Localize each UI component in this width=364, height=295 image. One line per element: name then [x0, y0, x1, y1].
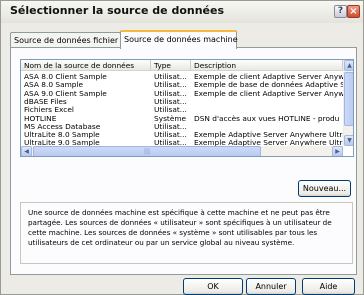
- ok-button[interactable]: OK: [183, 278, 243, 295]
- info-text: Une source de données machine est spécif…: [28, 208, 332, 247]
- scroll-left-icon[interactable]: ◀: [21, 146, 32, 156]
- help-button-label: Aide: [319, 282, 338, 291]
- column-header-name[interactable]: Nom de la source de données: [21, 60, 151, 71]
- new-button-label: Nouveau...: [302, 184, 347, 193]
- scroll-down-icon[interactable]: ▼: [344, 135, 353, 146]
- data-source-list[interactable]: Nom de la source de données Type Descrip…: [20, 59, 354, 157]
- help-icon[interactable]: ?: [334, 5, 347, 18]
- ok-button-label: OK: [207, 282, 219, 291]
- tab-machine-data-source[interactable]: Source de données machine: [120, 30, 238, 49]
- title-bar: Sélectionner la source de données ? ×: [1, 1, 363, 23]
- column-header-description[interactable]: Description: [191, 60, 343, 71]
- column-header-type[interactable]: Type: [151, 60, 191, 71]
- thumb-grip-icon: |||: [143, 148, 151, 155]
- tab-label: Source de données fichier: [14, 36, 119, 45]
- scroll-right-icon[interactable]: ▶: [332, 146, 343, 156]
- vertical-scrollbar[interactable]: ▲ ▼: [343, 60, 353, 146]
- horizontal-scrollbar[interactable]: ◀ ||| ▶: [21, 146, 343, 156]
- tab-label: Source de données machine: [124, 35, 238, 44]
- close-icon[interactable]: ×: [347, 5, 360, 18]
- window-title: Sélectionner la source de données: [10, 4, 225, 17]
- scroll-up-icon[interactable]: ▲: [344, 60, 353, 71]
- cancel-button-label: Annuler: [255, 282, 287, 291]
- list-header: Nom de la source de données Type Descrip…: [21, 60, 343, 71]
- select-data-source-dialog: Sélectionner la source de données ? × So…: [0, 0, 364, 295]
- new-button[interactable]: Nouveau...: [298, 180, 351, 197]
- cancel-button[interactable]: Annuler: [246, 278, 296, 295]
- info-box: Une source de données machine est spécif…: [20, 202, 353, 264]
- vertical-scroll-thumb[interactable]: [344, 72, 353, 126]
- help-button[interactable]: Aide: [302, 278, 355, 295]
- horizontal-scroll-thumb[interactable]: |||: [33, 146, 261, 156]
